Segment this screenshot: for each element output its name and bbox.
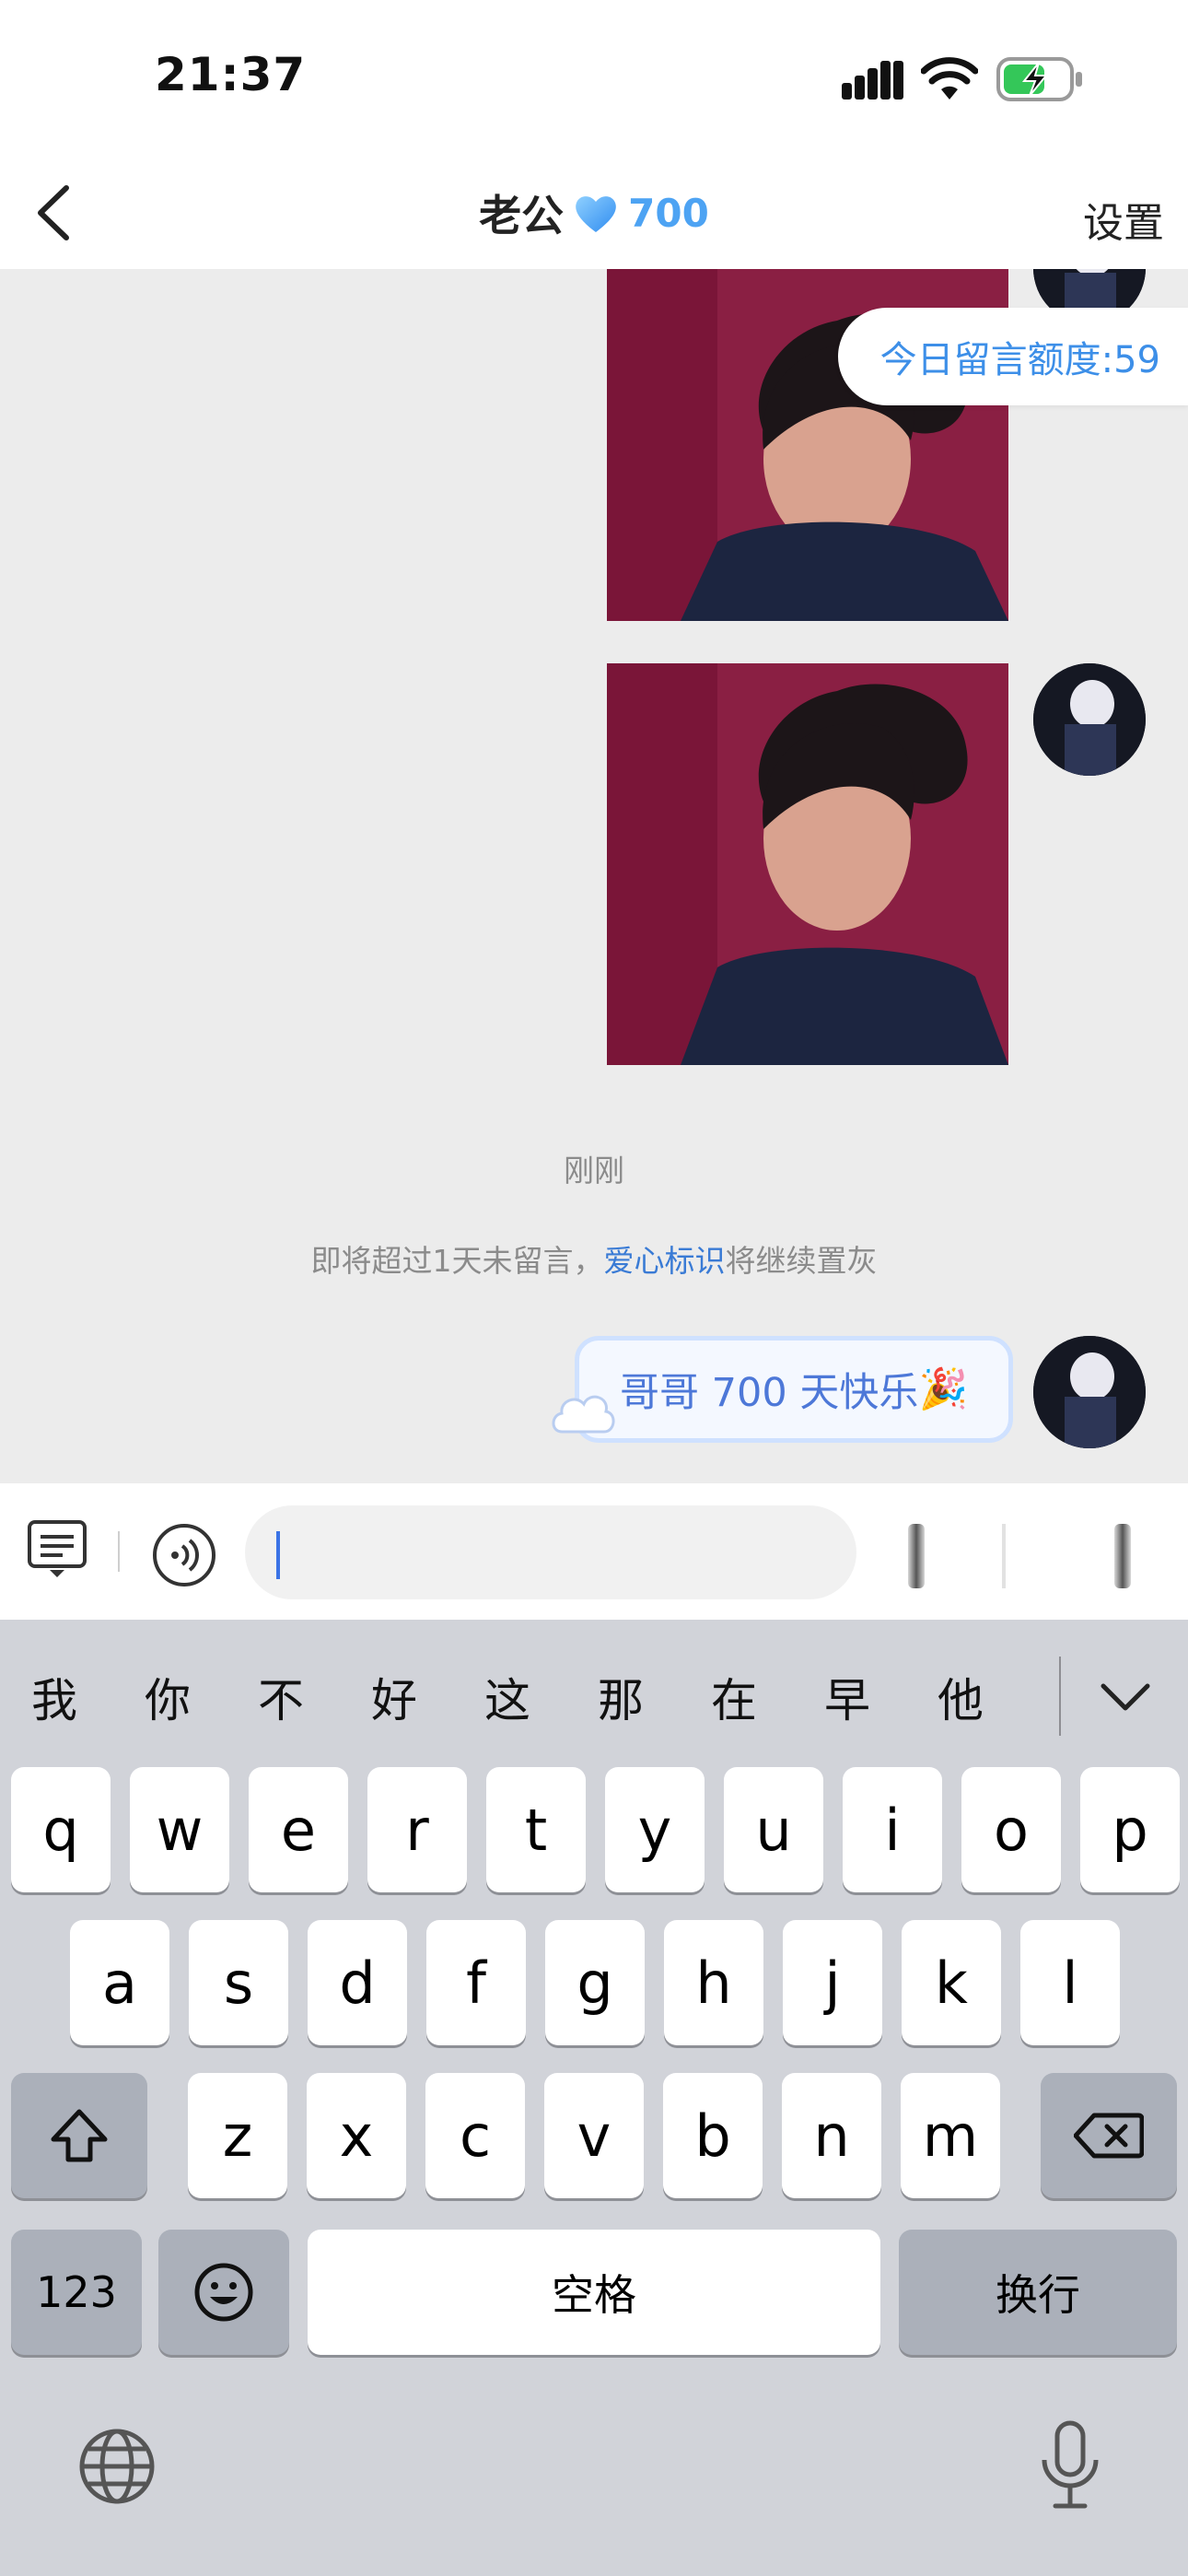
battery-icon bbox=[996, 57, 1082, 101]
quota-badge: 今日留言额度:59 bbox=[837, 308, 1188, 405]
settings-button[interactable]: 设置 bbox=[1083, 190, 1164, 249]
key-k[interactable]: k bbox=[902, 1920, 1001, 2045]
avatar[interactable] bbox=[1033, 663, 1146, 776]
nav-header: 老公 700 设置 bbox=[0, 157, 1188, 269]
key-w[interactable]: w bbox=[130, 1767, 229, 1892]
chevron-down-icon[interactable] bbox=[1098, 1679, 1153, 1715]
key-e[interactable]: e bbox=[249, 1767, 348, 1892]
key-l[interactable]: l bbox=[1020, 1920, 1120, 2045]
backspace-icon bbox=[1074, 2113, 1144, 2159]
globe-icon[interactable] bbox=[77, 2427, 157, 2506]
emoji-icon bbox=[194, 2263, 253, 2322]
text-message[interactable]: 哥哥 700 天快乐 🎉 bbox=[552, 1336, 1013, 1443]
voice-input-icon[interactable] bbox=[151, 1522, 217, 1588]
candidate-word[interactable]: 好 bbox=[371, 1664, 417, 1730]
divider bbox=[118, 1531, 120, 1572]
key-f[interactable]: f bbox=[426, 1920, 526, 2045]
key-p[interactable]: p bbox=[1080, 1767, 1180, 1892]
key-y[interactable]: y bbox=[605, 1767, 705, 1892]
photo-message[interactable] bbox=[607, 663, 1008, 1065]
key-t[interactable]: t bbox=[486, 1767, 586, 1892]
numbers-key[interactable]: 123 bbox=[11, 2230, 142, 2355]
status-bar: 21:37 bbox=[0, 0, 1188, 157]
candidate-word[interactable]: 那 bbox=[598, 1664, 644, 1730]
key-g[interactable]: g bbox=[545, 1920, 645, 2045]
key-m[interactable]: m bbox=[901, 2073, 1000, 2198]
key-b[interactable]: b bbox=[663, 2073, 763, 2198]
divider bbox=[1059, 1657, 1061, 1736]
cloud-decoration-icon bbox=[552, 1395, 615, 1434]
heart-mark-link[interactable]: 爱心标识 bbox=[604, 1243, 726, 1279]
key-d[interactable]: d bbox=[308, 1920, 407, 2045]
return-key[interactable]: 换行 bbox=[899, 2230, 1177, 2355]
quick-reply-icon[interactable] bbox=[26, 1518, 92, 1585]
key-j[interactable]: j bbox=[783, 1920, 882, 2045]
message-bubble: 哥哥 700 天快乐 🎉 bbox=[575, 1336, 1013, 1443]
key-n[interactable]: n bbox=[782, 2073, 881, 2198]
candidate-word[interactable]: 他 bbox=[938, 1664, 984, 1730]
candidate-word[interactable]: 我 bbox=[31, 1664, 77, 1730]
divider bbox=[1002, 1524, 1006, 1588]
key-c[interactable]: c bbox=[425, 2073, 525, 2198]
key-i[interactable]: i bbox=[843, 1767, 942, 1892]
heart-icon bbox=[576, 196, 616, 232]
key-o[interactable]: o bbox=[961, 1767, 1061, 1892]
status-time: 21:37 bbox=[155, 48, 307, 101]
key-u[interactable]: u bbox=[724, 1767, 823, 1892]
message-input[interactable] bbox=[245, 1505, 856, 1599]
key-r[interactable]: r bbox=[367, 1767, 467, 1892]
avatar-image bbox=[1033, 1336, 1146, 1448]
avatar-image bbox=[1033, 663, 1146, 776]
shift-key[interactable] bbox=[11, 2073, 147, 2198]
party-popper-emoji: 🎉 bbox=[918, 1366, 968, 1412]
candidate-word[interactable]: 这 bbox=[484, 1664, 530, 1730]
input-bar bbox=[0, 1483, 1188, 1620]
keyboard: 我 你 不 好 这 那 在 早 他 qwertyuiop asdfghjkl zxcvbnm 123… bbox=[0, 1620, 1188, 2576]
key-q[interactable]: q bbox=[11, 1767, 111, 1892]
key-s[interactable]: s bbox=[189, 1920, 288, 2045]
photo-image bbox=[607, 663, 1008, 1065]
notice-text: 即将超过1天未留言， bbox=[310, 1243, 604, 1279]
key-h[interactable]: h bbox=[664, 1920, 763, 2045]
candidate-word[interactable]: 不 bbox=[258, 1664, 304, 1730]
message-text: 哥哥 700 天快乐 bbox=[620, 1370, 919, 1416]
heart-count: 700 bbox=[628, 190, 709, 236]
candidate-word[interactable]: 你 bbox=[145, 1664, 191, 1730]
delete-key[interactable] bbox=[1041, 2073, 1177, 2198]
candidate-word[interactable]: 早 bbox=[824, 1664, 870, 1730]
key-z[interactable]: z bbox=[188, 2073, 287, 2198]
wifi-icon bbox=[921, 57, 978, 100]
inactivity-notice: 即将超过1天未留言，爱心标识将继续置灰 bbox=[0, 1236, 1188, 1281]
title-group: 老公 700 bbox=[0, 182, 1188, 243]
page-title: 老公 bbox=[479, 191, 565, 240]
key-x[interactable]: x bbox=[307, 2073, 406, 2198]
candidate-word[interactable]: 在 bbox=[711, 1664, 757, 1730]
space-key[interactable]: 空格 bbox=[308, 2230, 880, 2355]
timestamp: 刚刚 bbox=[564, 1153, 624, 1188]
signal-icon bbox=[842, 61, 903, 100]
key-v[interactable]: v bbox=[544, 2073, 644, 2198]
scroll-handle bbox=[1114, 1524, 1131, 1588]
chat-area[interactable]: 今日留言额度:59 刚刚 即将超过1天未留言，爱心标识将继续置灰 哥哥 700 … bbox=[0, 269, 1188, 1483]
shift-icon bbox=[51, 2109, 108, 2162]
scroll-handle bbox=[908, 1524, 925, 1588]
notice-text: 将继续置灰 bbox=[725, 1243, 878, 1279]
microphone-icon[interactable] bbox=[1033, 2419, 1107, 2512]
key-a[interactable]: a bbox=[70, 1920, 169, 2045]
avatar[interactable] bbox=[1033, 1336, 1146, 1448]
text-caret bbox=[276, 1531, 280, 1579]
emoji-key[interactable] bbox=[158, 2230, 289, 2355]
